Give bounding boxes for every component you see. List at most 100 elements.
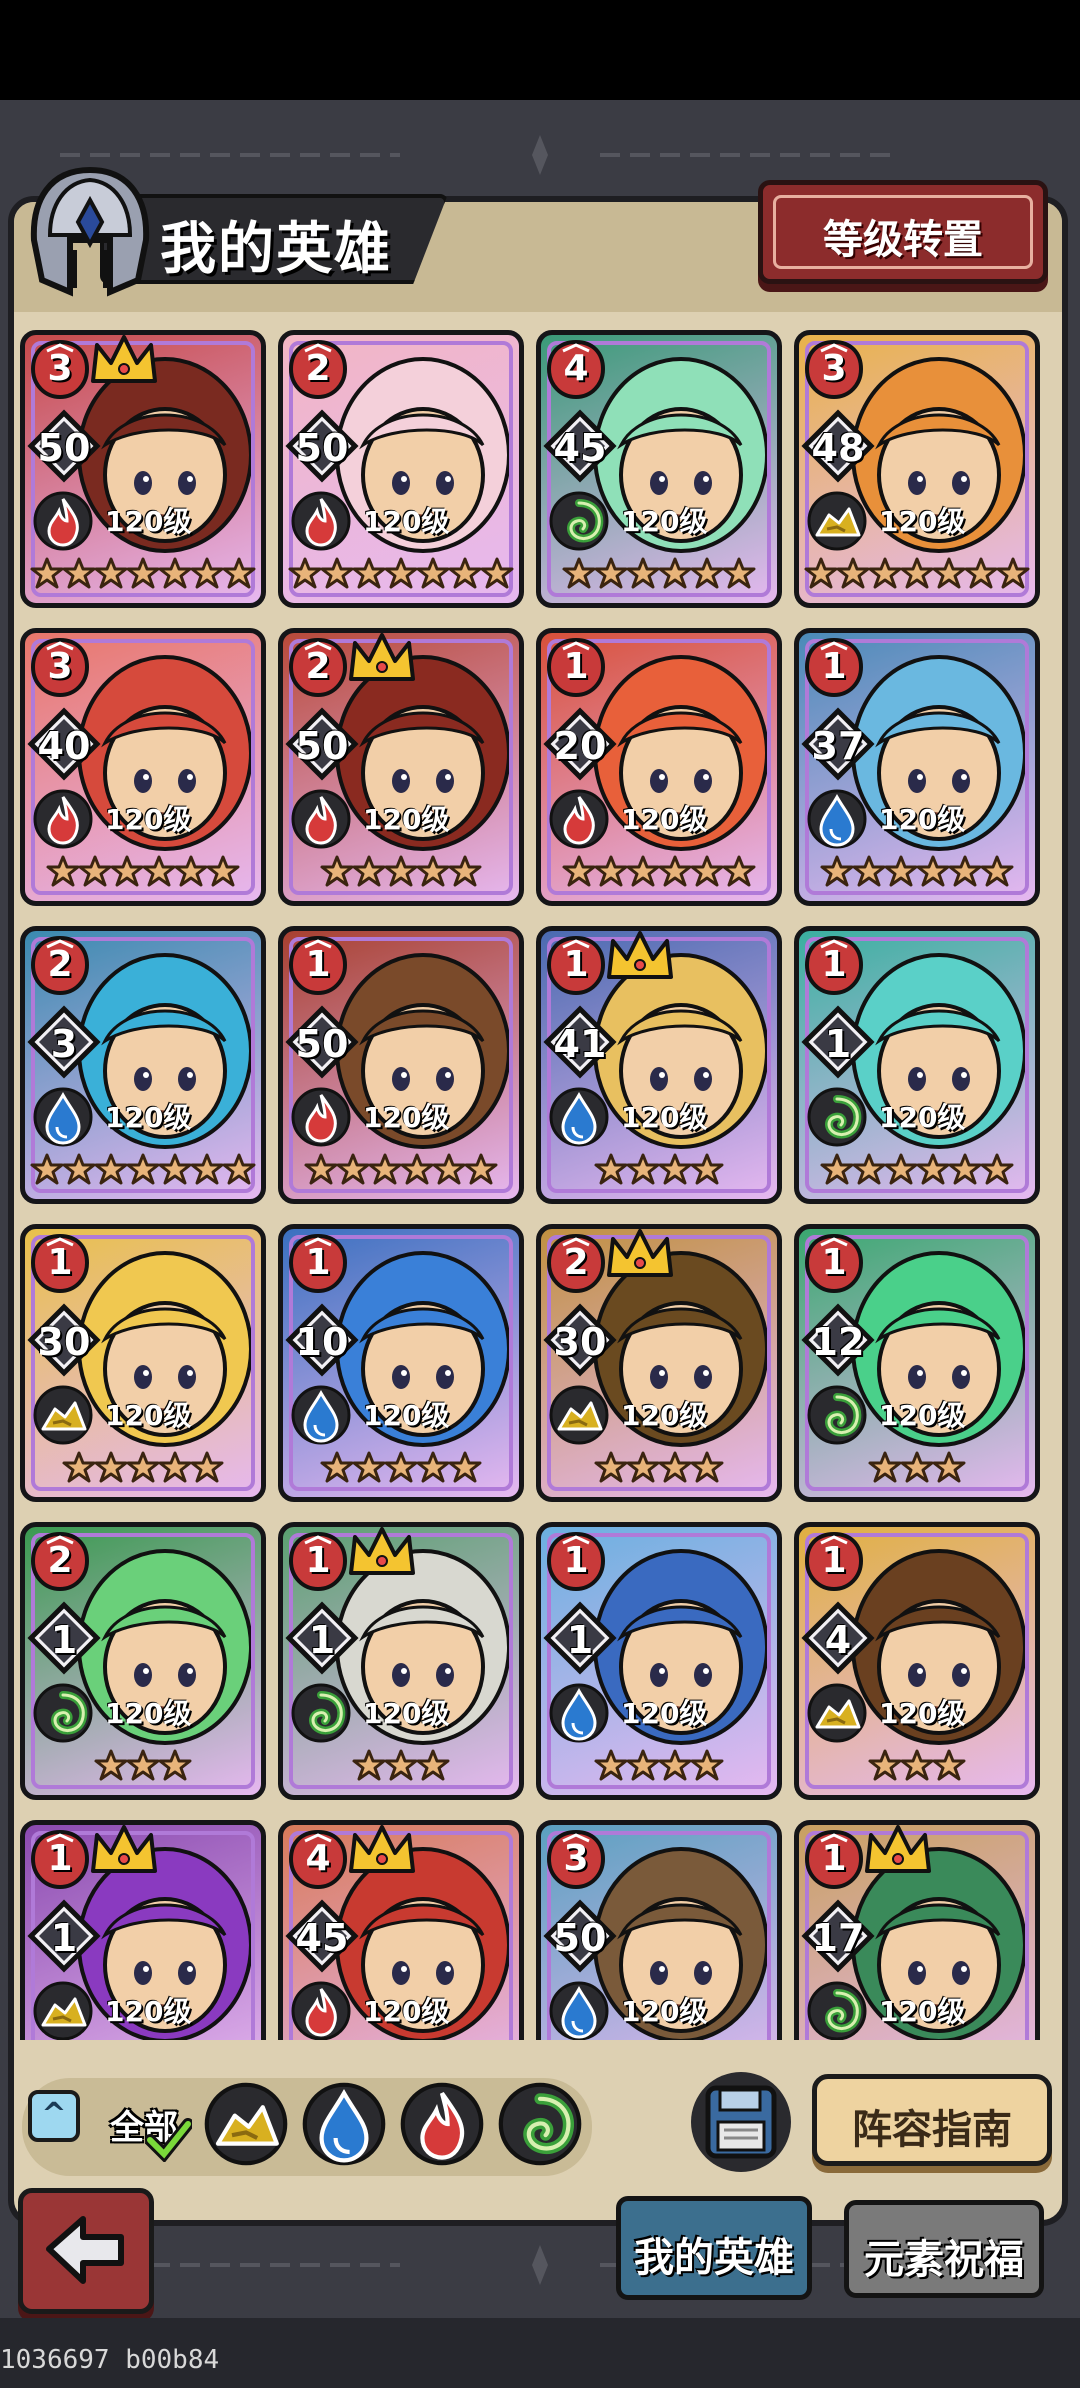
helmet-icon (30, 166, 150, 297)
rank-number: 1 (47, 1838, 73, 1879)
max-level-text: 120级 (363, 1995, 450, 2028)
star-icon (658, 1153, 692, 1185)
star-icon (158, 1153, 192, 1185)
max-level-text: 120级 (879, 1697, 966, 1730)
hero-card[interactable]: 2 1 120级 (20, 1522, 266, 1800)
star-icon (190, 557, 224, 589)
filter-fire-button[interactable] (400, 2082, 484, 2166)
max-level-text: 120级 (621, 505, 708, 538)
rank-badge: 1 (803, 935, 865, 997)
max-level-text: 120级 (105, 1101, 192, 1134)
star-icon (884, 855, 918, 887)
star-icon (142, 855, 176, 887)
level-transfer-button[interactable]: 等级转置 (758, 180, 1048, 284)
tab-element-blessing[interactable]: 元素祝福 (844, 2200, 1044, 2298)
hero-card[interactable]: 1 4 120级 (794, 1522, 1040, 1800)
star-rating (799, 855, 1035, 897)
hero-card[interactable]: 1 1 120级 (278, 1522, 524, 1800)
wind-element-icon (33, 1683, 93, 1743)
star-icon (158, 1451, 192, 1483)
watermark-text: 1036697 b00b84 (0, 2345, 220, 2375)
filter-water-button[interactable] (302, 2082, 386, 2166)
water-element-icon (549, 1087, 609, 1147)
hero-card[interactable]: 3 40 120级 (20, 628, 266, 906)
hero-card[interactable]: 1 30 120级 (20, 1224, 266, 1502)
collapse-button[interactable]: ^ (28, 2090, 80, 2142)
lineup-guide-button[interactable]: 阵容指南 (812, 2074, 1052, 2166)
hero-level: 1 (50, 1916, 78, 1960)
star-icon (62, 557, 96, 589)
hero-card[interactable]: 1 41 120级 (536, 926, 782, 1204)
hero-card[interactable]: 1 12 120级 (794, 1224, 1040, 1502)
tab-my-heroes[interactable]: 我的英雄 (616, 2196, 812, 2300)
page-title: 我的英雄 (160, 217, 392, 282)
star-icon (30, 557, 64, 589)
hero-card[interactable]: 1 50 120级 (278, 926, 524, 1204)
hero-card[interactable]: 4 45 120级 (278, 1820, 524, 2040)
star-rating (283, 557, 519, 599)
hero-card[interactable]: 2 50 120级 (278, 330, 524, 608)
crown-icon (91, 1825, 157, 1873)
max-level-text: 120级 (105, 505, 192, 538)
star-icon (448, 1451, 482, 1483)
hero-level: 3 (50, 1022, 78, 1066)
filter-earth-button[interactable] (204, 2082, 288, 2166)
star-icon (562, 855, 596, 887)
star-icon (222, 1153, 256, 1185)
hero-card[interactable]: 2 3 120级 (20, 926, 266, 1204)
star-icon (416, 557, 450, 589)
max-level-text: 120级 (621, 1697, 708, 1730)
hero-card[interactable]: 1 10 120级 (278, 1224, 524, 1502)
hero-card[interactable]: 2 50 120级 (278, 628, 524, 906)
rank-badge: 2 (287, 637, 349, 699)
earth-element-icon (204, 2082, 288, 2166)
hero-level: 45 (295, 1916, 349, 1960)
wind-element-icon (807, 1087, 867, 1147)
star-rating (283, 1451, 519, 1493)
rank-number: 2 (305, 646, 331, 687)
star-icon (804, 557, 838, 589)
save-lineup-button[interactable] (686, 2068, 796, 2176)
back-button[interactable] (18, 2188, 154, 2314)
fire-element-icon (291, 1981, 351, 2040)
hero-card[interactable]: 1 37 120级 (794, 628, 1040, 906)
star-rating (283, 1749, 519, 1791)
star-icon (658, 1749, 692, 1781)
star-icon (868, 1749, 902, 1781)
filter-all-button[interactable]: 全部 (106, 2082, 192, 2166)
filter-wind-button[interactable] (498, 2082, 582, 2166)
hero-level: 50 (295, 426, 349, 470)
star-icon (416, 1451, 450, 1483)
hero-level-badge: 1 (27, 1899, 101, 1973)
hero-card[interactable]: 4 45 120级 (536, 330, 782, 608)
hero-card[interactable]: 1 1 120级 (20, 1820, 266, 2040)
hero-card[interactable]: 1 20 120级 (536, 628, 782, 906)
hero-card[interactable]: 2 30 120级 (536, 1224, 782, 1502)
star-icon (158, 1749, 192, 1781)
hero-level-badge: 50 (27, 409, 101, 483)
max-level-text: 120级 (621, 1995, 708, 2028)
star-icon (94, 1749, 128, 1781)
hero-card[interactable]: 3 48 120级 (794, 330, 1040, 608)
star-icon (94, 557, 128, 589)
crown-icon (607, 1229, 673, 1277)
hero-card[interactable]: 3 50 120级 (20, 330, 266, 608)
rank-number: 3 (563, 1838, 589, 1879)
hero-level-badge: 50 (285, 409, 359, 483)
star-icon (126, 1451, 160, 1483)
hero-level: 45 (553, 426, 607, 470)
hero-card[interactable]: 3 50 120级 (536, 1820, 782, 2040)
star-icon (980, 855, 1014, 887)
rank-badge: 1 (803, 637, 865, 699)
star-icon (320, 1451, 354, 1483)
star-rating (799, 1749, 1035, 1791)
hero-level-badge: 3 (27, 1005, 101, 1079)
hero-card[interactable]: 1 17 120级 (794, 1820, 1040, 2040)
star-icon (900, 557, 934, 589)
hero-card[interactable]: 1 1 120级 (794, 926, 1040, 1204)
rank-number: 1 (821, 646, 847, 687)
star-icon (852, 855, 886, 887)
earth-element-icon (807, 491, 867, 551)
crown-icon (349, 1527, 415, 1575)
hero-card[interactable]: 1 1 120级 (536, 1522, 782, 1800)
